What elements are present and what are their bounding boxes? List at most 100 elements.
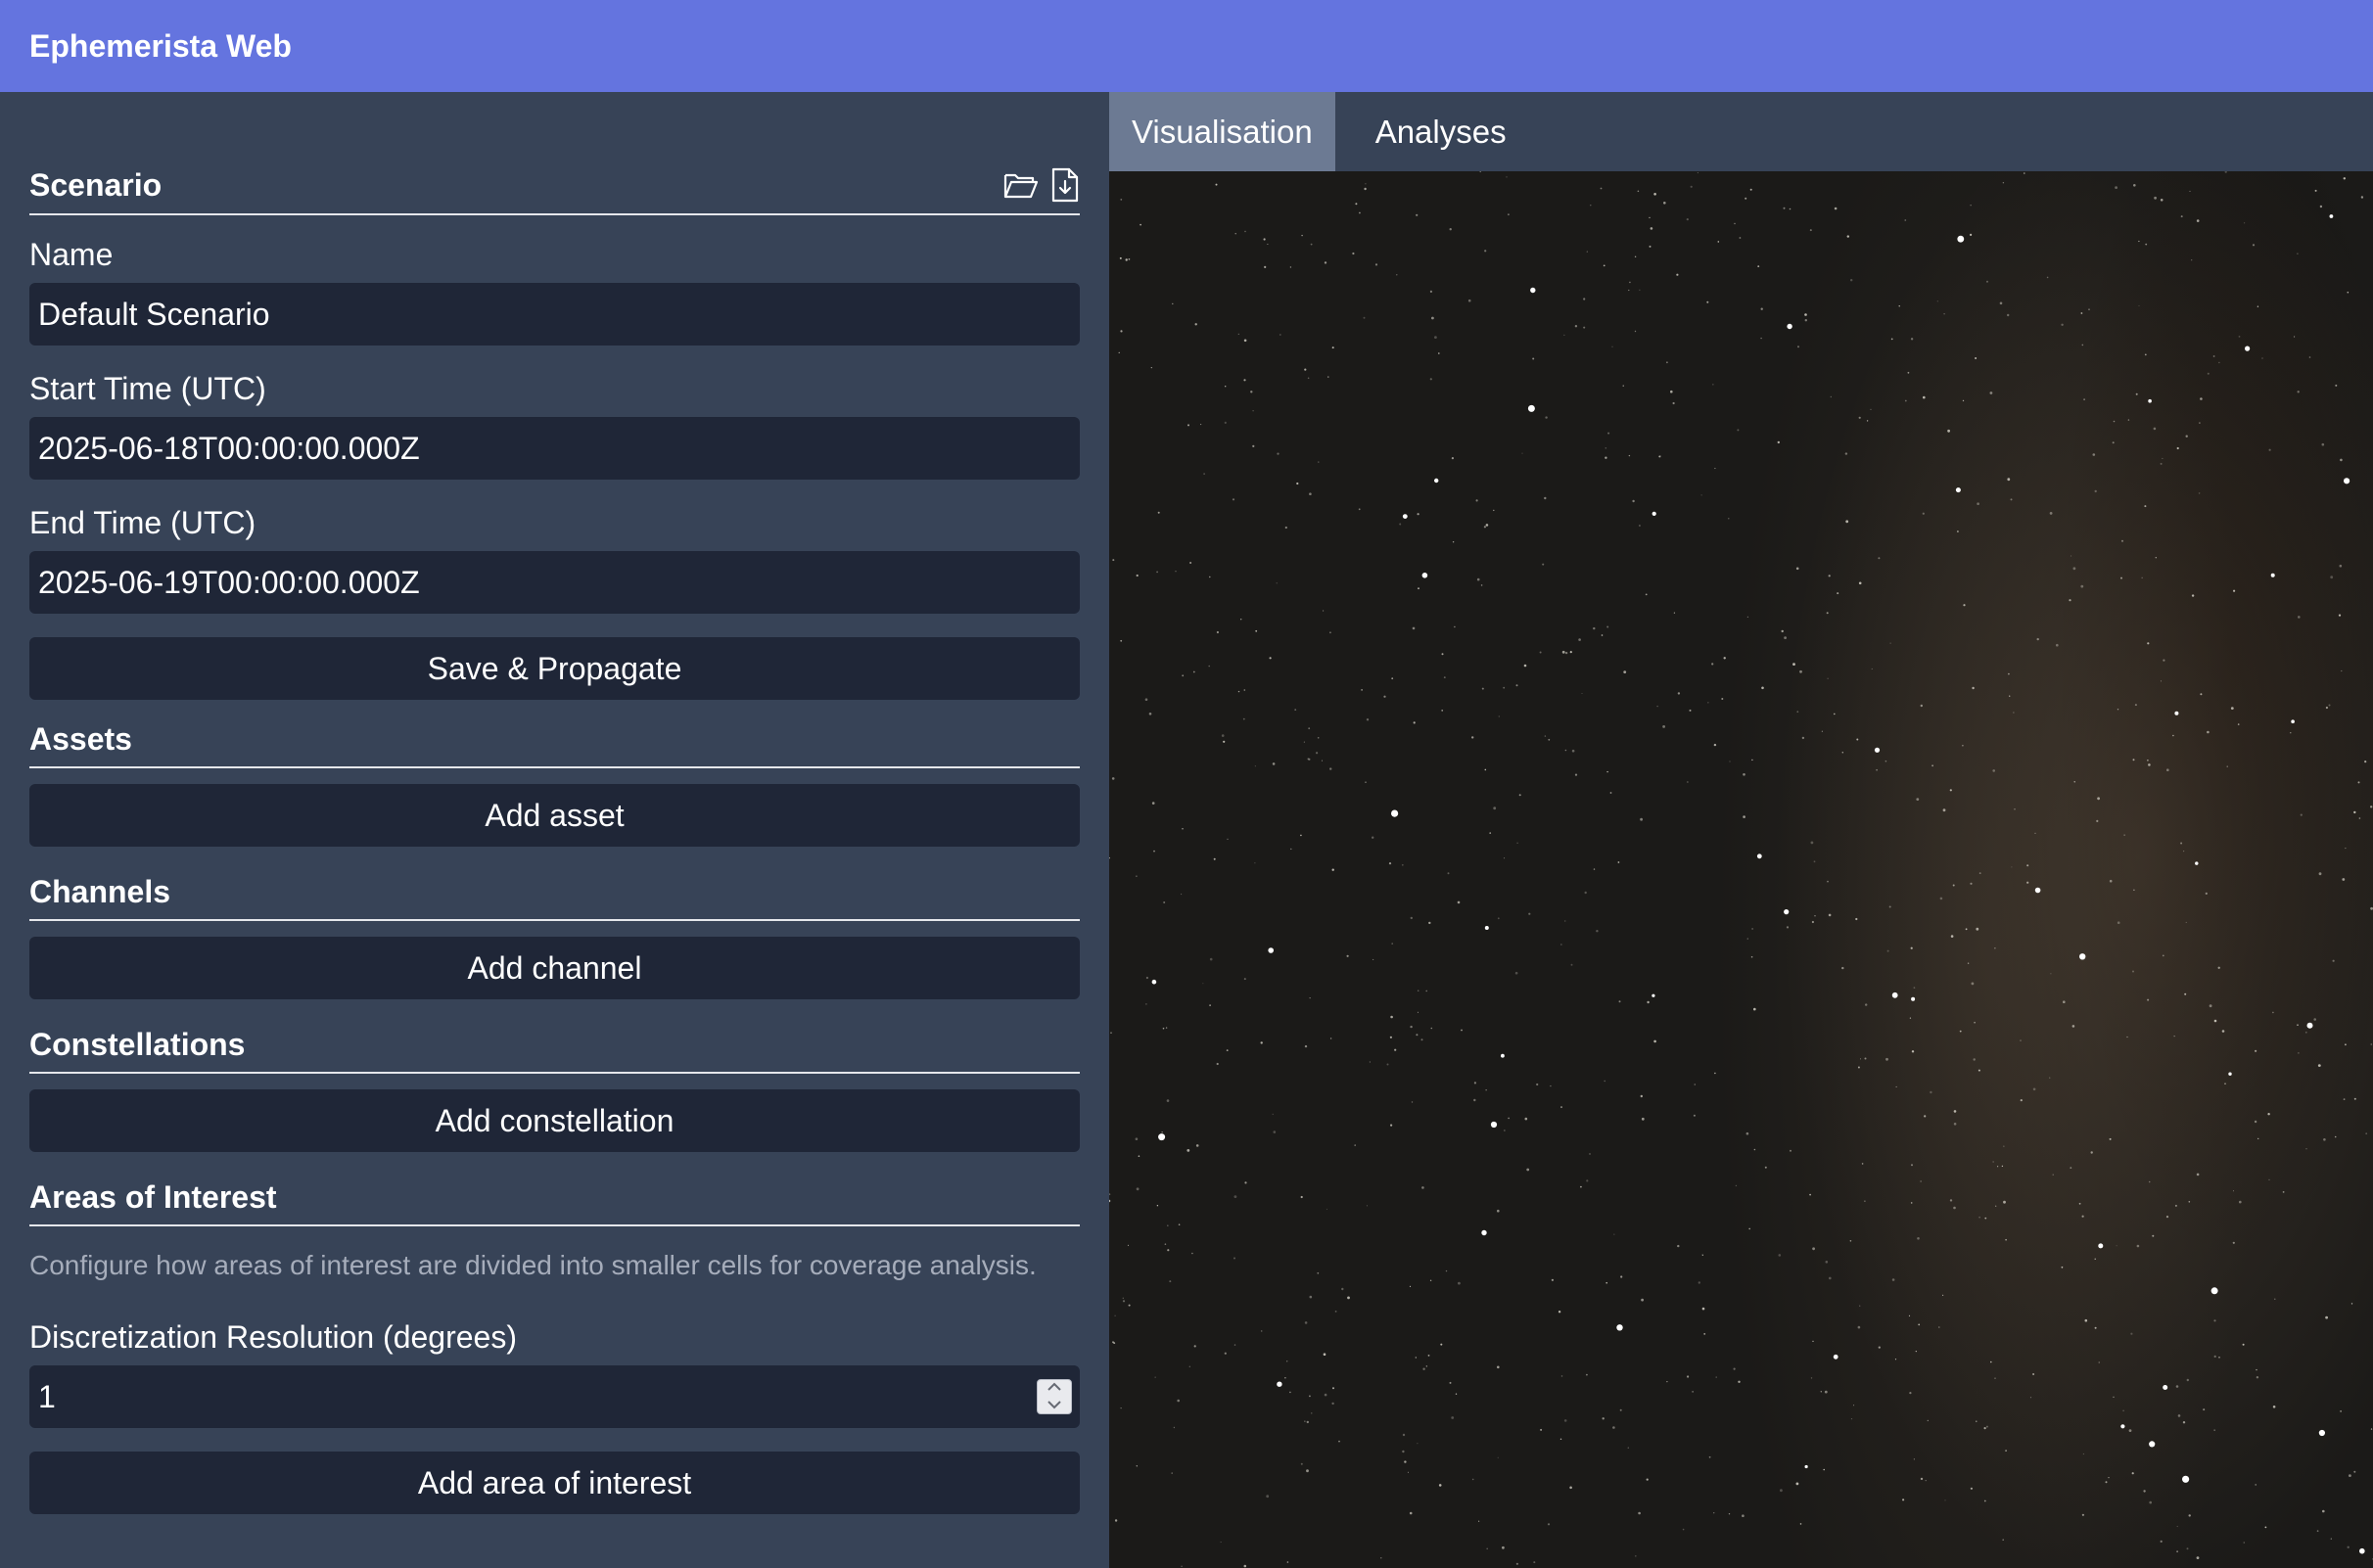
star: [1913, 987, 1916, 989]
star: [1947, 429, 1950, 433]
star: [1634, 255, 1637, 257]
star: [1224, 1352, 1227, 1355]
star: [1404, 1460, 1407, 1463]
star: [1600, 187, 1603, 190]
chevron-up-icon[interactable]: [1047, 1379, 1062, 1397]
star: [2347, 1545, 2350, 1549]
star: [1602, 1417, 1605, 1420]
star: [1331, 1402, 1334, 1406]
tab-visualisation[interactable]: Visualisation: [1109, 92, 1335, 171]
star: [1136, 1465, 1138, 1467]
star: [1953, 1110, 1957, 1113]
app-title: Ephemerista Web: [29, 27, 292, 64]
add-asset-button[interactable]: Add asset: [29, 784, 1080, 847]
star: [1109, 1193, 1111, 1196]
scenario-header: Scenario: [29, 157, 1080, 215]
name-field[interactable]: [29, 283, 1080, 346]
star: [1213, 857, 1216, 860]
star: [1301, 234, 1303, 237]
add-channel-button[interactable]: Add channel: [29, 937, 1080, 999]
star: [1539, 651, 1542, 654]
star: [1233, 1195, 1237, 1198]
star: [1182, 674, 1185, 677]
star: [1150, 367, 1152, 369]
star: [1994, 947, 1996, 949]
star: [1628, 454, 1631, 457]
star: [1583, 298, 1586, 300]
star: [1628, 289, 1630, 292]
star: [1984, 1217, 1987, 1220]
star: [2081, 1215, 2084, 1218]
star: [1277, 452, 1280, 455]
star: [1273, 1130, 1277, 1133]
star: [2191, 259, 2193, 261]
star: [1653, 1039, 1656, 1043]
end-time-field[interactable]: [29, 551, 1080, 614]
star: [1221, 734, 1225, 737]
add-constellation-button[interactable]: Add constellation: [29, 1089, 1080, 1152]
star: [1173, 1426, 1176, 1429]
star: [1515, 1562, 1518, 1565]
star: [1641, 1117, 1645, 1121]
tab-analyses[interactable]: Analyses: [1335, 92, 1529, 171]
add-area-of-interest-button[interactable]: Add area of interest: [29, 1452, 1080, 1514]
star: [1715, 1376, 1717, 1378]
star: [2148, 1180, 2151, 1183]
star: [1388, 862, 1392, 865]
star: [1366, 718, 1370, 721]
star: [1307, 377, 1310, 380]
star: [1276, 582, 1278, 584]
star: [2207, 372, 2210, 375]
start-time-field[interactable]: [29, 417, 1080, 480]
star: [2126, 1036, 2128, 1038]
star: [1422, 1367, 1425, 1370]
file-download-icon[interactable]: [1050, 167, 1080, 203]
star: [1994, 1377, 1996, 1379]
star: [1114, 1519, 1118, 1522]
star: [1540, 1428, 1543, 1431]
star: [1289, 266, 1292, 268]
folder-open-icon[interactable]: [1003, 169, 1039, 201]
star: [2334, 1135, 2337, 1138]
star: [1677, 1244, 1680, 1248]
star: [1917, 1237, 1920, 1240]
star: [1734, 222, 1736, 225]
star: [1172, 302, 1174, 305]
star: [1637, 190, 1640, 193]
star: [1254, 765, 1256, 767]
star: [2257, 305, 2259, 307]
star: [1760, 307, 1763, 310]
star: [1374, 263, 1378, 266]
star: [1284, 526, 1287, 530]
star: [2148, 398, 2152, 403]
star: [1483, 526, 1486, 529]
star: [1551, 1278, 1554, 1281]
star: [2209, 1004, 2212, 1008]
save-propagate-button[interactable]: Save & Propagate: [29, 637, 1080, 700]
star: [2270, 573, 2275, 577]
channels-header: Channels: [29, 864, 1080, 921]
star: [1260, 1330, 1263, 1332]
number-stepper[interactable]: [1037, 1379, 1072, 1414]
star: [1309, 997, 1311, 999]
star: [1516, 842, 1518, 844]
star: [1109, 856, 1110, 859]
star: [1136, 875, 1138, 877]
star: [1216, 1062, 1219, 1066]
star: [1748, 1227, 1750, 1230]
star: [1827, 677, 1829, 679]
resolution-label: Discretization Resolution (degrees): [29, 1319, 517, 1355]
star: [2120, 576, 2122, 579]
star: [1296, 482, 1299, 485]
star: [1760, 337, 1762, 340]
star: [1581, 693, 1583, 694]
star: [2136, 1244, 2140, 1248]
chevron-down-icon[interactable]: [1047, 1397, 1062, 1414]
star: [1457, 900, 1461, 904]
star: [1686, 218, 1689, 221]
resolution-field[interactable]: [29, 1365, 1080, 1428]
star: [2005, 1238, 2007, 1241]
visualisation-viewport[interactable]: [1109, 171, 2373, 1568]
star: [1416, 1034, 1419, 1037]
star: [1449, 228, 1452, 231]
